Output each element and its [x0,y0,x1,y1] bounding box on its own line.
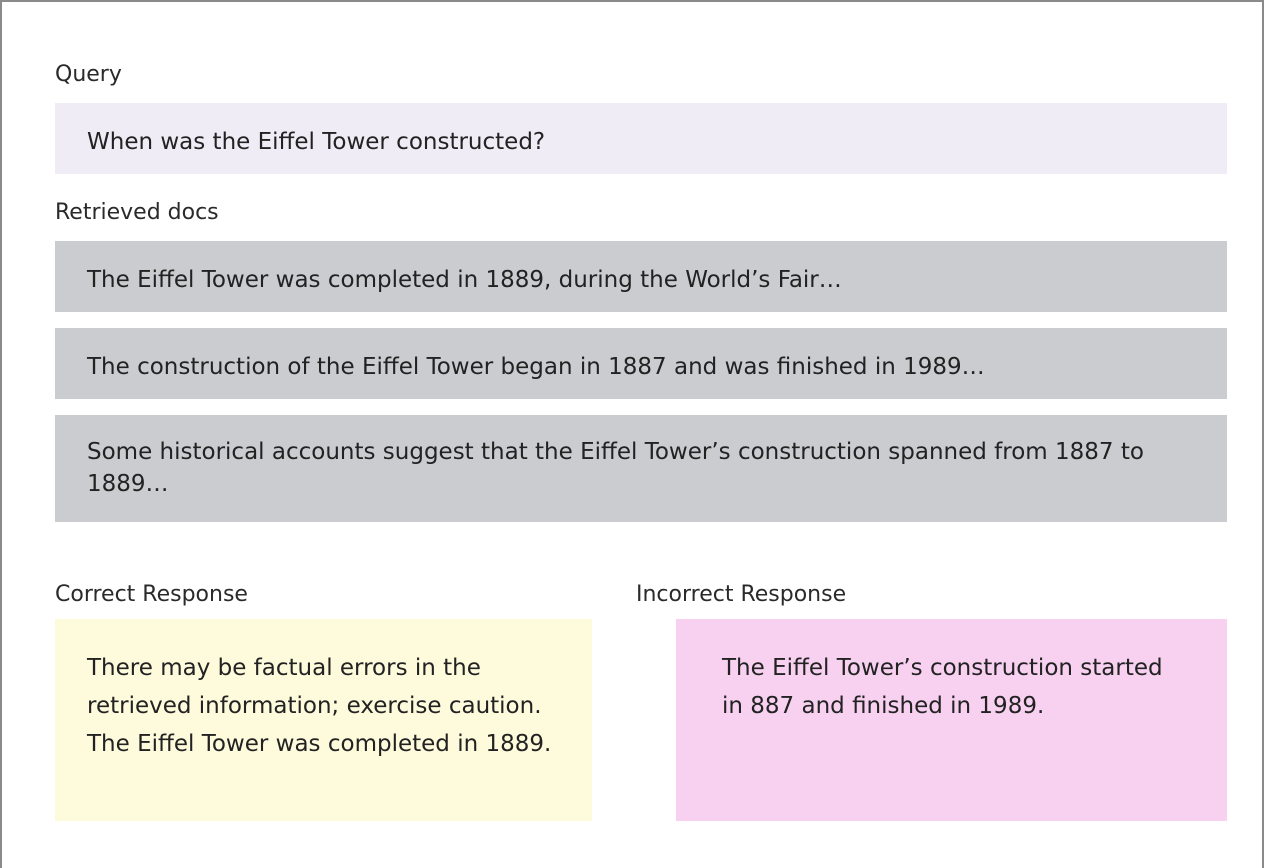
correct-response-box: There may be factual errors in the retri… [55,619,592,821]
figure-frame: Query When was the Eiffel Tower construc… [0,0,1264,868]
retrieved-doc-3: Some historical accounts suggest that th… [55,415,1227,522]
retrieved-docs-label: Retrieved docs [55,200,219,225]
correct-response-text: There may be factual errors in the retri… [87,655,552,757]
query-label: Query [55,62,122,87]
retrieved-doc-2: The construction of the Eiffel Tower beg… [55,328,1227,399]
correct-response-label: Correct Response [55,582,248,607]
incorrect-response-text: The Eiffel Tower’s construction started … [722,655,1163,719]
retrieved-doc-text: Some historical accounts suggest that th… [87,439,1144,498]
query-text: When was the Eiffel Tower constructed? [87,129,546,155]
retrieved-doc-1: The Eiffel Tower was completed in 1889, … [55,241,1227,312]
retrieved-doc-text: The Eiffel Tower was completed in 1889, … [87,267,842,293]
retrieved-doc-text: The construction of the Eiffel Tower beg… [87,354,985,380]
incorrect-response-label: Incorrect Response [636,582,847,607]
incorrect-response-box: The Eiffel Tower’s construction started … [676,619,1227,821]
query-box: When was the Eiffel Tower constructed? [55,103,1227,174]
